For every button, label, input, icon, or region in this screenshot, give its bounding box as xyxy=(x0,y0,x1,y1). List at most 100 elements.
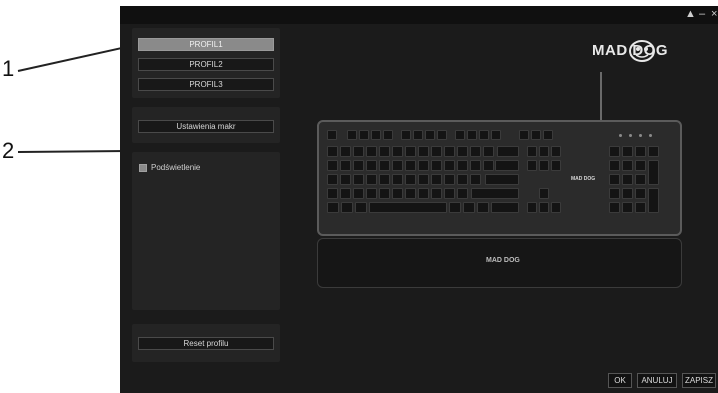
wrist-rest: MAD DOG xyxy=(317,238,682,288)
keyboard-key xyxy=(539,188,549,199)
keyboard-key xyxy=(405,188,416,199)
keyboard-key xyxy=(444,188,455,199)
keyboard-key xyxy=(444,146,455,157)
keyboard-key xyxy=(418,174,429,185)
indicator-light xyxy=(619,134,622,137)
keyboard-key xyxy=(497,146,519,157)
keyboard-key xyxy=(392,146,403,157)
keyboard-key xyxy=(635,174,646,185)
profile-3-button[interactable]: PROFIL3 xyxy=(138,78,274,91)
keyboard-key xyxy=(622,188,633,199)
keyboard-key xyxy=(527,146,537,157)
wrist-rest-logo: MAD DOG xyxy=(486,257,520,264)
keyboard-key xyxy=(418,146,429,157)
app-window: ▲ – × PROFIL1 PROFIL2 PROFIL3 Ustawienia… xyxy=(120,6,718,393)
macro-panel: Ustawienia makr xyxy=(132,107,280,143)
keyboard-key xyxy=(405,146,416,157)
keyboard-key xyxy=(379,146,390,157)
keyboard-key xyxy=(431,188,442,199)
keyboard-key xyxy=(470,146,481,157)
indicator-light xyxy=(639,134,642,137)
keyboard-key xyxy=(369,202,447,213)
keyboard-key xyxy=(477,202,489,213)
keyboard-key xyxy=(327,160,338,171)
keyboard-key xyxy=(527,160,537,171)
keyboard-key xyxy=(635,146,646,157)
keyboard-key xyxy=(635,160,646,171)
macro-settings-button[interactable]: Ustawienia makr xyxy=(138,120,274,133)
keyboard-key xyxy=(327,188,338,199)
keyboard-key xyxy=(479,130,489,140)
keyboard-key xyxy=(539,202,549,213)
keyboard-key xyxy=(531,130,541,140)
keyboard-key xyxy=(527,202,537,213)
save-button[interactable]: ZAPISZ xyxy=(682,373,716,388)
keyboard-key xyxy=(401,130,411,140)
reset-profile-button[interactable]: Reset profilu xyxy=(138,337,274,350)
keyboard-key xyxy=(405,174,416,185)
keyboard-key xyxy=(483,160,494,171)
keyboard-key xyxy=(418,160,429,171)
keyboard-key xyxy=(457,146,468,157)
profile-2-button[interactable]: PROFIL2 xyxy=(138,58,274,71)
profile-panel: PROFIL1 PROFIL2 PROFIL3 xyxy=(132,28,280,98)
keyboard-key xyxy=(383,130,393,140)
keyboard-key xyxy=(437,130,447,140)
keyboard-key xyxy=(379,160,390,171)
profile-1-button[interactable]: PROFIL1 xyxy=(138,38,274,51)
keyboard-key xyxy=(551,160,561,171)
close-icon[interactable]: × xyxy=(711,8,717,20)
keyboard-key xyxy=(431,160,442,171)
callout-1: 1 xyxy=(2,56,15,81)
keyboard-preview: MAD DOG xyxy=(317,120,682,236)
keyboard-key xyxy=(431,146,442,157)
keyboard-key xyxy=(366,146,377,157)
ok-button[interactable]: OK xyxy=(608,373,632,388)
keyboard-key xyxy=(340,160,351,171)
keyboard-key xyxy=(648,160,659,185)
keyboard-key xyxy=(392,160,403,171)
keyboard-key xyxy=(457,188,468,199)
keyboard-key xyxy=(519,130,529,140)
keyboard-key xyxy=(353,146,364,157)
keyboard-key xyxy=(379,174,390,185)
keyboard-key xyxy=(483,146,494,157)
keyboard-key xyxy=(457,174,468,185)
keyboard-key xyxy=(495,160,519,171)
keyboard-key xyxy=(635,202,646,213)
keyboard-key xyxy=(648,146,659,157)
keyboard-key xyxy=(405,160,416,171)
keyboard-key xyxy=(543,130,553,140)
keyboard-key xyxy=(353,160,364,171)
keyboard-key xyxy=(353,188,364,199)
bulldog-logo-icon xyxy=(629,40,655,62)
minimize-to-tray-icon[interactable]: ▲ xyxy=(685,8,696,20)
keyboard-key xyxy=(491,130,501,140)
keyboard-key xyxy=(449,202,461,213)
keyboard-key xyxy=(609,146,620,157)
keyboard-badge: MAD DOG xyxy=(571,176,596,182)
indicator-light xyxy=(649,134,652,137)
keyboard-key xyxy=(366,174,377,185)
keyboard-key xyxy=(444,174,455,185)
keyboard-key xyxy=(622,174,633,185)
keyboard-key xyxy=(340,188,351,199)
backlight-checkbox[interactable] xyxy=(139,164,147,172)
indicator-light xyxy=(629,134,632,137)
keyboard-key xyxy=(413,130,423,140)
keyboard-key xyxy=(622,146,633,157)
keyboard-key xyxy=(622,202,633,213)
keyboard-key xyxy=(551,146,561,157)
callout-2: 2 xyxy=(2,138,15,163)
keyboard-key xyxy=(341,202,353,213)
title-bar: ▲ – × xyxy=(120,6,718,24)
keyboard-key xyxy=(635,188,646,199)
minimize-icon[interactable]: – xyxy=(699,8,705,20)
keyboard-key xyxy=(648,188,659,213)
keyboard-key xyxy=(539,160,549,171)
keyboard-key xyxy=(340,146,351,157)
keyboard-key xyxy=(327,202,339,213)
keyboard-key xyxy=(470,160,481,171)
cancel-button[interactable]: ANULUJ xyxy=(637,373,677,388)
keyboard-key xyxy=(444,160,455,171)
